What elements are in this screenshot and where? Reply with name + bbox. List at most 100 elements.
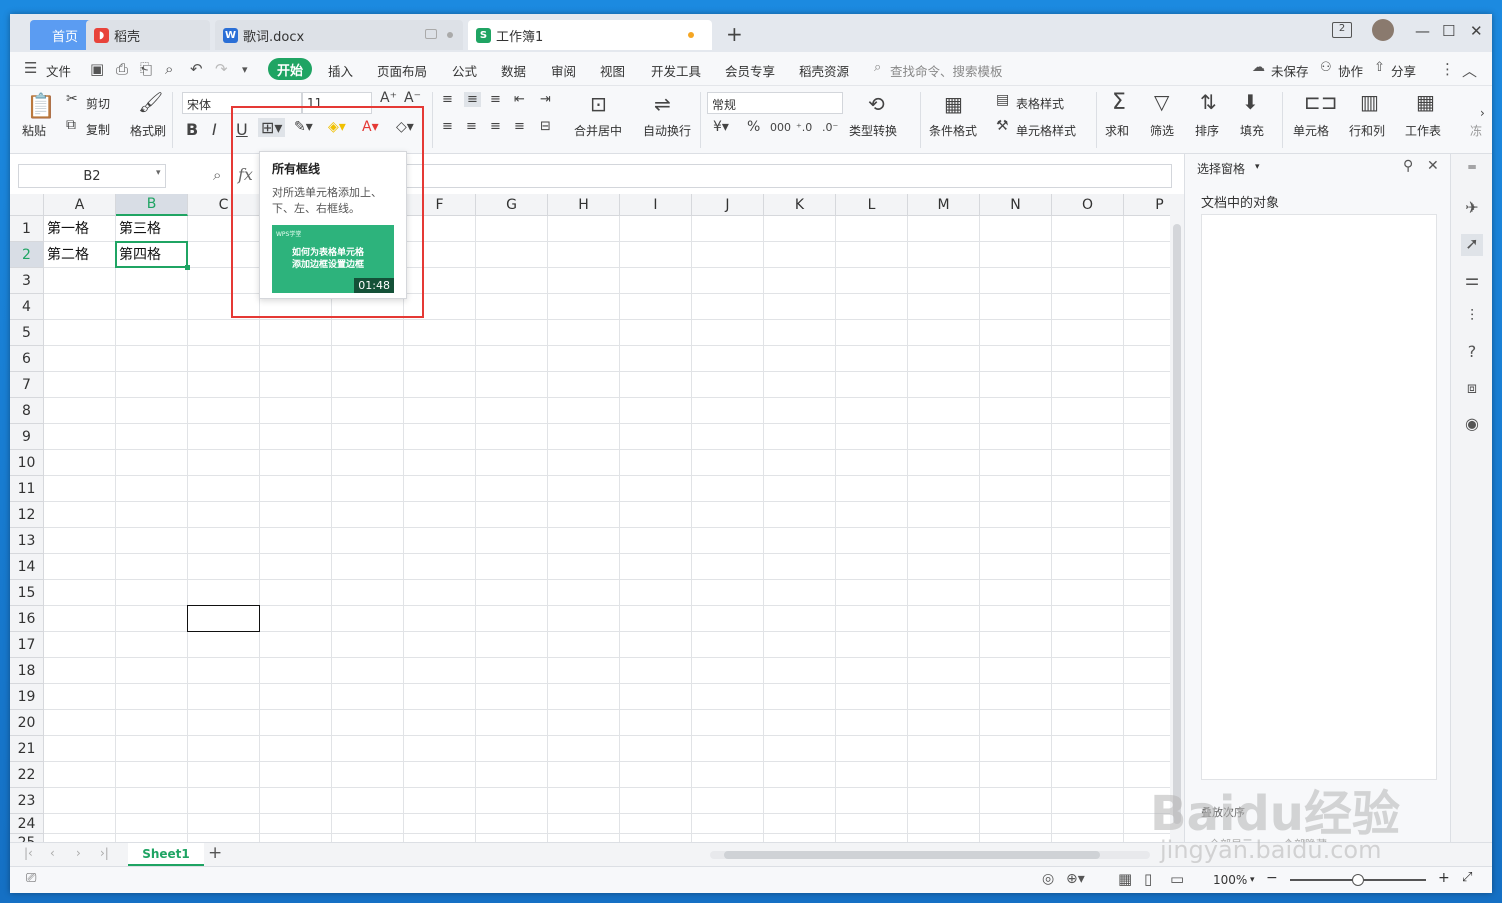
rocket-icon[interactable]: ✈: [1461, 198, 1483, 220]
minimize-icon[interactable]: —: [1415, 22, 1430, 40]
copy-icon[interactable]: ⧉: [66, 117, 76, 133]
row-header-15[interactable]: 15: [10, 580, 44, 606]
vertical-scrollbar[interactable]: [1170, 194, 1184, 842]
sliders-icon[interactable]: ⚌: [1461, 270, 1483, 292]
align-left-icon[interactable]: ≡: [442, 119, 453, 134]
fx-icon[interactable]: fx: [238, 165, 253, 184]
row-header-17[interactable]: 17: [10, 632, 44, 658]
more-icon[interactable]: ⋮: [1440, 60, 1455, 78]
increase-decimal-icon[interactable]: ⁺.0: [796, 121, 812, 134]
tab-daoke[interactable]: ◗ 稻壳: [86, 20, 210, 50]
row-header-11[interactable]: 11: [10, 476, 44, 502]
row-header-2[interactable]: 2: [10, 242, 44, 268]
column-header-o[interactable]: O: [1052, 194, 1124, 216]
type-convert-button[interactable]: 类型转换: [849, 122, 897, 139]
format-painter-button[interactable]: 格式刷: [130, 122, 166, 139]
font-size-select[interactable]: 11: [302, 92, 372, 114]
save-icon[interactable]: ▣: [90, 60, 104, 78]
menu-view[interactable]: 视图: [600, 61, 625, 80]
eraser-icon[interactable]: ◇▾: [396, 119, 414, 135]
filter-button[interactable]: 筛选: [1150, 122, 1174, 139]
row-header-1[interactable]: 1: [10, 216, 44, 242]
tab-document[interactable]: W 歌词.docx: [215, 20, 463, 50]
eye-protect-icon[interactable]: ◎: [1042, 871, 1054, 887]
spreadsheet-grid[interactable]: ABCDEFGHIJKLMNOP123456789101112131415161…: [10, 194, 1170, 842]
macro-icon[interactable]: ⎚: [26, 871, 36, 886]
chevron-down-icon[interactable]: ▾: [156, 168, 161, 178]
sheet-tab-sheet1[interactable]: Sheet1: [128, 843, 204, 866]
percent-icon[interactable]: %: [747, 119, 760, 135]
merge-center-button[interactable]: 合并居中: [574, 122, 622, 139]
justify-icon[interactable]: ≡: [514, 119, 525, 134]
row-header-6[interactable]: 6: [10, 346, 44, 372]
object-list[interactable]: [1201, 214, 1437, 780]
preview-icon[interactable]: ⌕: [165, 60, 173, 78]
row-header-7[interactable]: 7: [10, 372, 44, 398]
cell-a1[interactable]: 第一格: [44, 216, 116, 242]
column-header-f[interactable]: F: [404, 194, 476, 216]
row-header-4[interactable]: 4: [10, 294, 44, 320]
menu-start[interactable]: 开始: [268, 58, 312, 80]
column-header-b[interactable]: B: [116, 194, 188, 216]
row-col-icon[interactable]: ▥: [1360, 90, 1379, 114]
menu-page-layout[interactable]: 页面布局: [377, 61, 427, 80]
table-style-button[interactable]: 表格样式: [1016, 95, 1064, 112]
row-header-8[interactable]: 8: [10, 398, 44, 424]
cell-a2[interactable]: 第二格: [44, 242, 116, 268]
horizontal-scroll-thumb[interactable]: [724, 851, 1100, 859]
row-header-23[interactable]: 23: [10, 788, 44, 814]
normal-view-icon[interactable]: ▦: [1118, 870, 1132, 888]
menu-file[interactable]: 文件: [46, 61, 71, 80]
type-convert-icon[interactable]: ⟲: [868, 92, 885, 116]
conditional-format-button[interactable]: 条件格式: [929, 122, 977, 139]
select-all-corner[interactable]: [10, 194, 44, 216]
first-sheet-icon[interactable]: |‹: [24, 846, 33, 860]
menu-data[interactable]: 数据: [501, 61, 526, 80]
distributed-icon[interactable]: ⊟: [540, 119, 551, 134]
font-name-select[interactable]: 宋体: [182, 92, 302, 114]
sort-button[interactable]: 排序: [1195, 122, 1219, 139]
row-header-21[interactable]: 21: [10, 736, 44, 762]
cut-button[interactable]: 剪切: [86, 95, 110, 112]
indent-decrease-icon[interactable]: ⇤: [514, 92, 525, 107]
number-format-select[interactable]: 常规: [707, 92, 843, 114]
border-draw-icon[interactable]: ✎▾: [294, 119, 313, 135]
paste-button[interactable]: 粘贴: [22, 122, 46, 139]
column-header-a[interactable]: A: [44, 194, 116, 216]
column-header-h[interactable]: H: [548, 194, 620, 216]
view-mode-icon[interactable]: ⊕▾: [1066, 871, 1085, 887]
maximize-icon[interactable]: ☐: [1442, 22, 1455, 40]
row-header-14[interactable]: 14: [10, 554, 44, 580]
collapse-ribbon-icon[interactable]: ︿: [1462, 60, 1477, 81]
menu-dev-tools[interactable]: 开发工具: [651, 61, 701, 80]
italic-icon[interactable]: I: [212, 120, 217, 139]
sum-icon[interactable]: Σ: [1112, 90, 1126, 115]
print-icon[interactable]: ⎗: [140, 60, 152, 78]
filter-icon[interactable]: ▽: [1154, 90, 1169, 114]
align-center-icon[interactable]: ≡: [466, 119, 477, 134]
menu-review[interactable]: 审阅: [551, 61, 576, 80]
wrap-text-icon[interactable]: ⇌: [654, 92, 671, 116]
merge-center-icon[interactable]: ⊡: [590, 92, 607, 116]
column-header-m[interactable]: M: [908, 194, 980, 216]
row-header-5[interactable]: 5: [10, 320, 44, 346]
menu-member[interactable]: 会员专享: [725, 61, 775, 80]
pin-icon[interactable]: ⚲: [1403, 158, 1413, 174]
next-sheet-icon[interactable]: ›: [76, 846, 81, 860]
row-header-9[interactable]: 9: [10, 424, 44, 450]
last-sheet-icon[interactable]: ›|: [100, 846, 109, 860]
cell-b1[interactable]: 第三格: [116, 216, 188, 242]
close-pane-icon[interactable]: ✕: [1427, 158, 1439, 174]
cursor-icon[interactable]: ➚: [1461, 234, 1483, 256]
format-painter-icon[interactable]: 🖌: [138, 90, 163, 114]
unsaved-status[interactable]: 未保存: [1271, 61, 1309, 80]
chevron-down-icon[interactable]: ▾: [1255, 162, 1260, 172]
fullscreen-icon[interactable]: ⤢: [1462, 870, 1472, 885]
zoom-level[interactable]: 100%: [1213, 873, 1247, 887]
thousands-icon[interactable]: 000: [770, 121, 791, 134]
fill-icon[interactable]: ⬇: [1242, 90, 1259, 114]
share-button[interactable]: 分享: [1391, 61, 1416, 80]
currency-icon[interactable]: ¥▾: [713, 119, 729, 135]
paste-icon[interactable]: 📋: [26, 92, 56, 120]
compass-icon[interactable]: ◉: [1461, 414, 1483, 436]
